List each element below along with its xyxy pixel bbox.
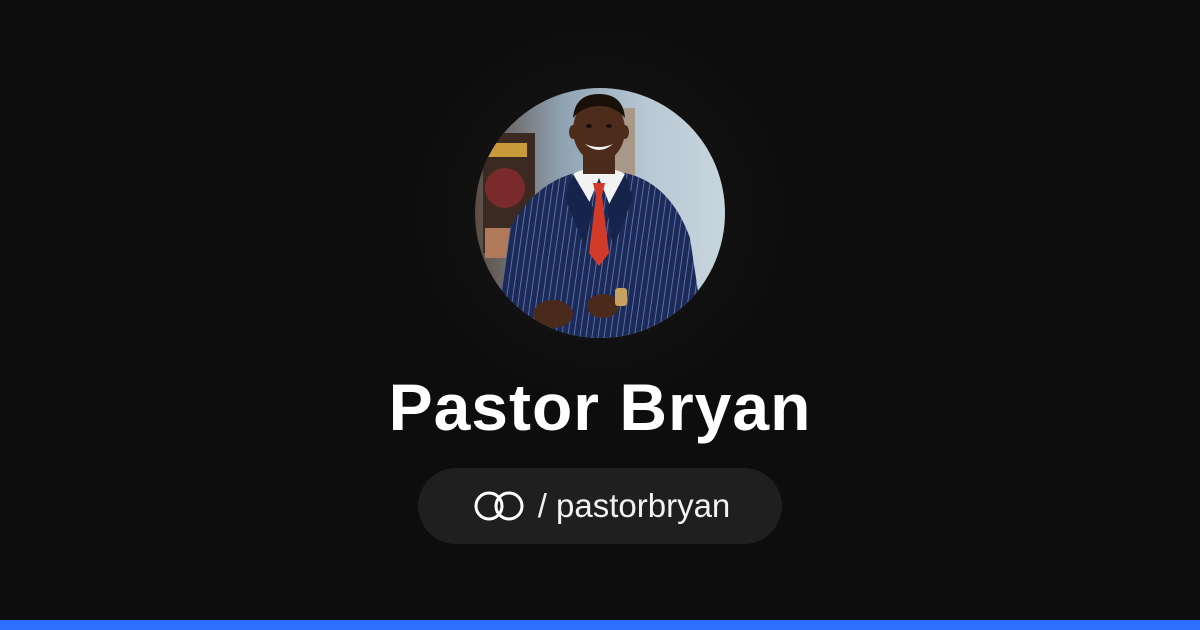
avatar-portrait-image xyxy=(475,88,725,338)
profile-handle-link[interactable]: / pastorbryan xyxy=(418,468,782,544)
profile-handle: / pastorbryan xyxy=(537,487,731,524)
avatar xyxy=(475,88,725,338)
interlinked-rings-icon xyxy=(474,491,524,521)
profile-name: Pastor Bryan xyxy=(388,370,812,444)
accent-bar xyxy=(0,620,1200,630)
